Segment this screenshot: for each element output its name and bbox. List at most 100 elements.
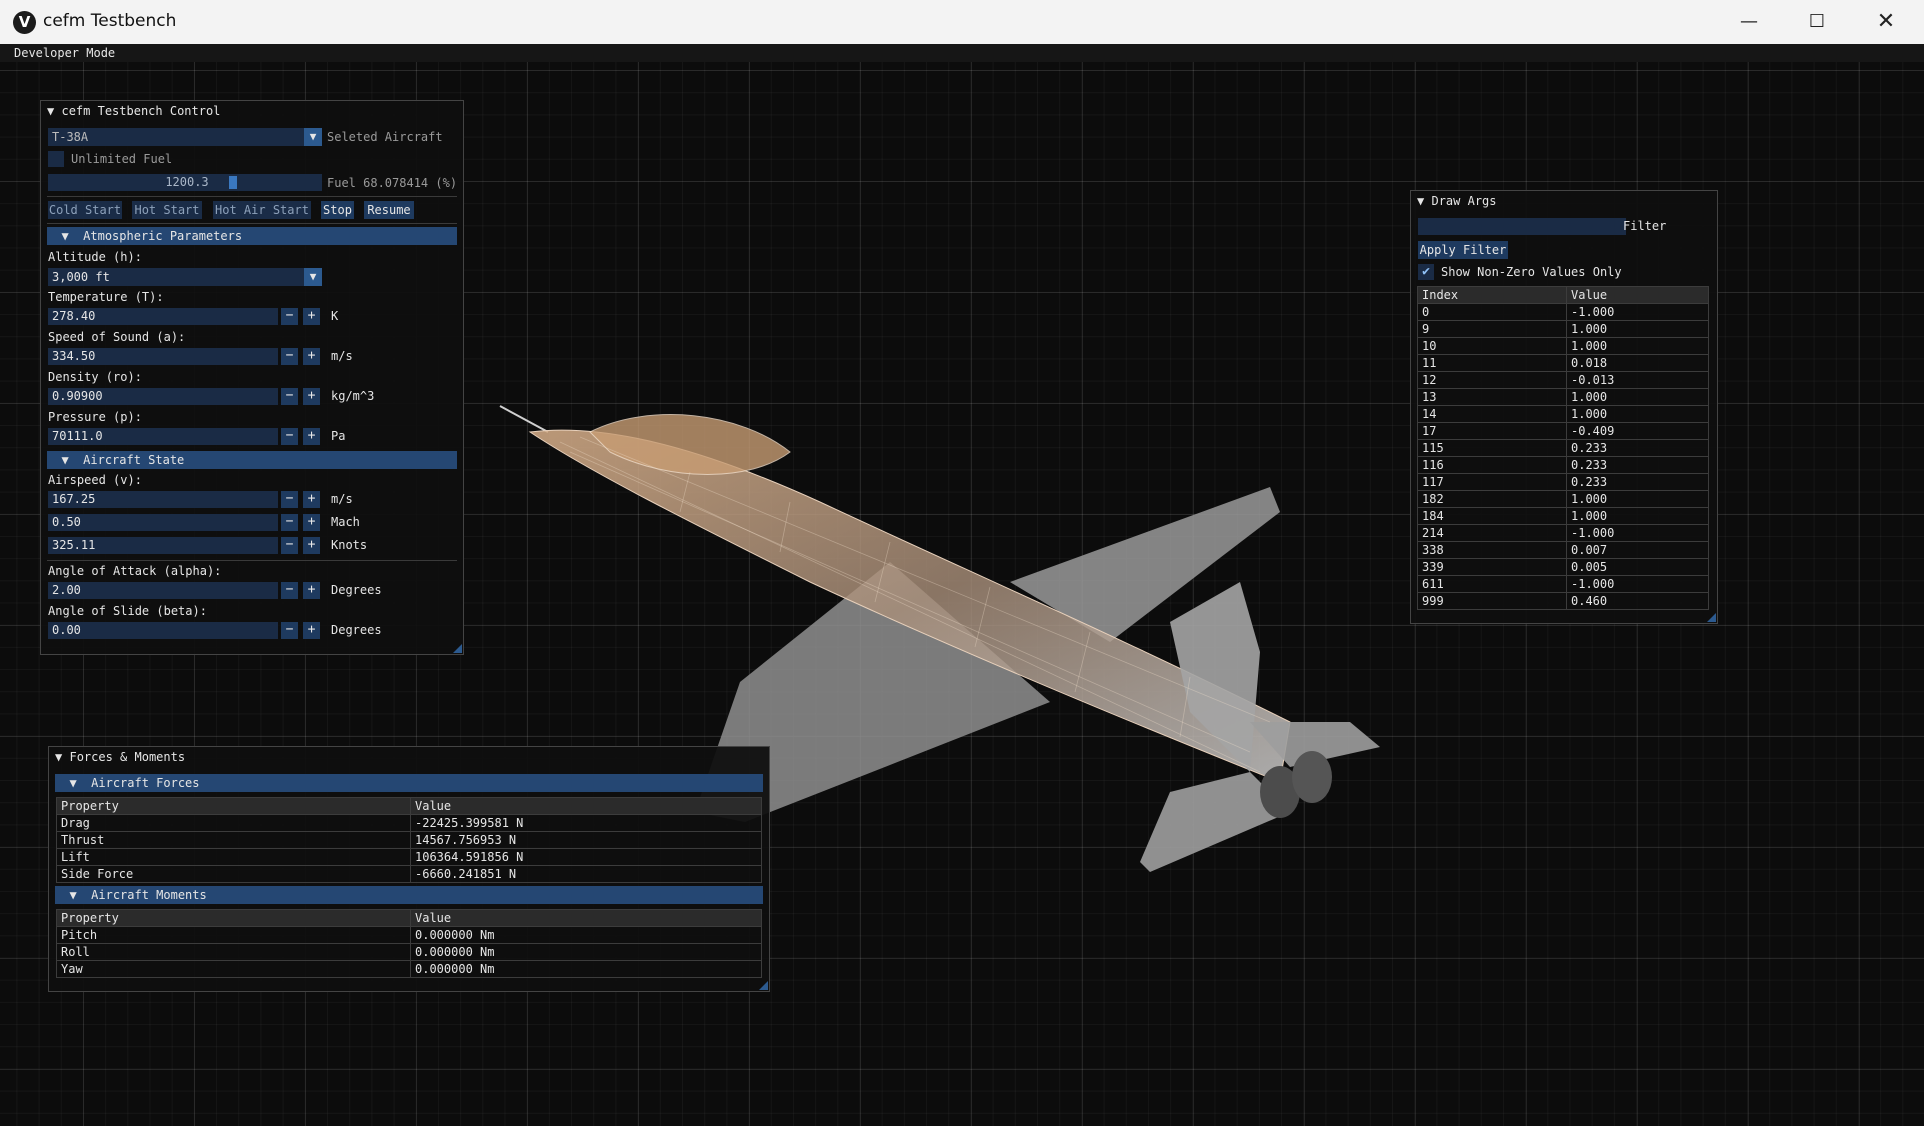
draw-args-panel[interactable]: ▼ Draw Args Filter Apply Filter ✔ Show N…: [1410, 190, 1718, 624]
angle-of-attack-label: Angle of Attack (alpha):: [48, 564, 222, 578]
table-cell-key: 611: [1417, 575, 1567, 593]
airspeed-ms-input[interactable]: 167.25: [48, 491, 278, 508]
angle-of-slide-decrement-button[interactable]: −: [281, 622, 298, 639]
forces-moments-title[interactable]: ▼ Forces & Moments: [49, 747, 769, 767]
density-input[interactable]: 0.90900: [48, 388, 278, 405]
dropdown-arrow-icon[interactable]: ▼: [304, 128, 322, 146]
mach-input[interactable]: 0.50: [48, 514, 278, 531]
airspeed-ms-decrement-button[interactable]: −: [281, 491, 298, 508]
table-cell-value: 0.005: [1566, 558, 1709, 576]
filter-input[interactable]: [1418, 218, 1626, 235]
speed-of-sound-decrement-button[interactable]: −: [281, 348, 298, 365]
stop-button[interactable]: Stop: [321, 201, 354, 219]
angle-of-attack-increment-button[interactable]: +: [303, 582, 320, 599]
pressure-label: Pressure (p):: [48, 410, 142, 424]
resize-grip-icon[interactable]: [759, 981, 768, 990]
angle-of-attack-input[interactable]: 2.00: [48, 582, 278, 599]
aircraft-forces-header[interactable]: ▼ Aircraft Forces: [55, 774, 763, 792]
table-cell-key: 13: [1417, 388, 1567, 406]
table-header-value[interactable]: Value: [410, 797, 762, 815]
minimize-icon[interactable]: —: [1715, 0, 1783, 44]
collapse-arrow-icon[interactable]: ▼: [47, 104, 54, 118]
table-header-property[interactable]: Property: [56, 909, 411, 927]
table-header-property[interactable]: Property: [56, 797, 411, 815]
angle-of-slide-input[interactable]: 0.00: [48, 622, 278, 639]
resize-grip-icon[interactable]: [453, 644, 462, 653]
separator: [47, 560, 457, 561]
airspeed-ms-increment-button[interactable]: +: [303, 491, 320, 508]
hot-start-button[interactable]: Hot Start: [132, 201, 202, 219]
close-icon[interactable]: ✕: [1852, 0, 1920, 44]
collapse-arrow-icon[interactable]: ▼: [55, 750, 62, 764]
table-row: Side Force -6660.241851 N: [56, 865, 762, 883]
density-decrement-button[interactable]: −: [281, 388, 298, 405]
aircraft-state-header-text: Aircraft State: [83, 453, 185, 467]
table-cell-value: 106364.591856 N: [410, 848, 762, 866]
table-header-value[interactable]: Value: [1566, 286, 1709, 304]
table-header-value[interactable]: Value: [410, 909, 762, 927]
table-row: 184 1.000: [1417, 507, 1709, 525]
knots-increment-button[interactable]: +: [303, 537, 320, 554]
temperature-input[interactable]: 278.40: [48, 308, 278, 325]
filter-label: Filter: [1623, 219, 1667, 233]
control-panel[interactable]: ▼ cefm Testbench Control T-38A ▼ Seleted…: [40, 100, 464, 655]
altitude-select[interactable]: 3,000 ft ▼: [48, 268, 322, 286]
temperature-decrement-button[interactable]: −: [281, 308, 298, 325]
table-cell-key: Thrust: [56, 831, 411, 849]
forces-moments-panel[interactable]: ▼ Forces & Moments ▼ Aircraft Forces Pro…: [48, 746, 770, 992]
table-cell-key: Lift: [56, 848, 411, 866]
table-row: 999 0.460: [1417, 592, 1709, 610]
knots-decrement-button[interactable]: −: [281, 537, 298, 554]
temperature-unit: K: [331, 309, 339, 323]
angle-of-slide-label: Angle of Slide (beta):: [48, 604, 207, 618]
aircraft-moments-header[interactable]: ▼ Aircraft Moments: [55, 886, 763, 904]
table-header-index[interactable]: Index: [1417, 286, 1567, 304]
collapse-arrow-icon[interactable]: ▼: [1417, 194, 1424, 208]
table-row: 11 0.018: [1417, 354, 1709, 372]
mach-decrement-button[interactable]: −: [281, 514, 298, 531]
aircraft-moments-table: Property Value Pitch 0.000000 Nm Roll 0.000…: [56, 909, 762, 978]
apply-filter-button[interactable]: Apply Filter: [1418, 241, 1508, 259]
maximize-icon[interactable]: ☐: [1783, 0, 1851, 44]
aircraft-state-header[interactable]: ▼ Aircraft State: [47, 451, 457, 469]
knots-input[interactable]: 325.11: [48, 537, 278, 554]
speed-of-sound-increment-button[interactable]: +: [303, 348, 320, 365]
resume-button[interactable]: Resume: [364, 201, 414, 219]
separator: [47, 196, 457, 197]
table-cell-value: 0.460: [1566, 592, 1709, 610]
dropdown-arrow-icon[interactable]: ▼: [304, 268, 322, 286]
table-row: Drag -22425.399581 N: [56, 814, 762, 832]
table-row: 182 1.000: [1417, 490, 1709, 508]
table-row: Thrust 14567.756953 N: [56, 831, 762, 849]
fuel-label: Fuel 68.078414 (%): [327, 176, 458, 190]
speed-of-sound-input[interactable]: 334.50: [48, 348, 278, 365]
table-cell-key: Drag: [56, 814, 411, 832]
atmospheric-parameters-header[interactable]: ▼ Atmospheric Parameters: [47, 227, 457, 245]
mach-increment-button[interactable]: +: [303, 514, 320, 531]
table-row: 17 -0.409: [1417, 422, 1709, 440]
angle-of-slide-increment-button[interactable]: +: [303, 622, 320, 639]
cold-start-button[interactable]: Cold Start: [48, 201, 122, 219]
angle-of-attack-decrement-button[interactable]: −: [281, 582, 298, 599]
pressure-input[interactable]: 70111.0: [48, 428, 278, 445]
aircraft-select-value: T-38A: [52, 130, 89, 144]
draw-args-title[interactable]: ▼ Draw Args: [1411, 191, 1717, 211]
fuel-slider[interactable]: 1200.3: [48, 174, 322, 191]
table-row: 9 1.000: [1417, 320, 1709, 338]
unlimited-fuel-checkbox[interactable]: [48, 151, 64, 167]
pressure-increment-button[interactable]: +: [303, 428, 320, 445]
nonzero-checkbox[interactable]: ✔: [1418, 264, 1434, 280]
resize-grip-icon[interactable]: [1707, 613, 1716, 622]
fuel-slider-handle[interactable]: [229, 176, 237, 189]
table-cell-value: 14567.756953 N: [410, 831, 762, 849]
density-increment-button[interactable]: +: [303, 388, 320, 405]
temperature-increment-button[interactable]: +: [303, 308, 320, 325]
table-row: 338 0.007: [1417, 541, 1709, 559]
menu-developer-mode[interactable]: Developer Mode: [14, 46, 115, 60]
hot-air-start-button[interactable]: Hot Air Start: [213, 201, 311, 219]
nonzero-label: Show Non-Zero Values Only: [1441, 265, 1622, 279]
control-panel-title[interactable]: ▼ cefm Testbench Control: [41, 101, 463, 121]
table-cell-value: -22425.399581 N: [410, 814, 762, 832]
pressure-decrement-button[interactable]: −: [281, 428, 298, 445]
aircraft-select[interactable]: T-38A ▼: [48, 128, 322, 146]
